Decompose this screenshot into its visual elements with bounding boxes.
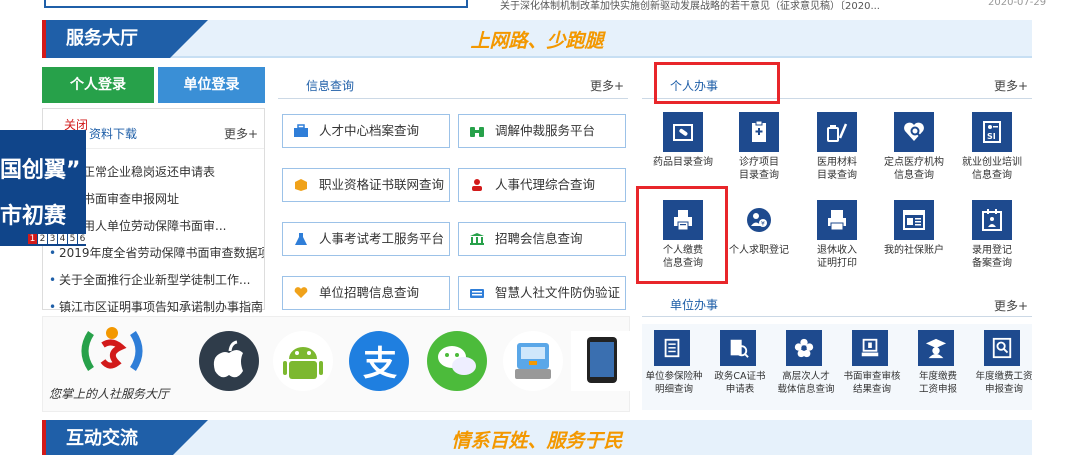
- service-hall-slogan: 上网路、少跑腿: [470, 30, 604, 52]
- top-search-box[interactable]: [44, 0, 468, 8]
- float-ad-line1: 国创翼”: [0, 158, 81, 183]
- my-social-account-button[interactable]: 我的社保账户: [874, 200, 954, 290]
- wechat-icon[interactable]: [427, 331, 487, 391]
- mediation-arbitration-button[interactable]: 调解仲裁服务平台: [458, 114, 626, 148]
- binoculars-icon: [470, 127, 484, 137]
- cube-icon: [295, 179, 307, 191]
- si-card-icon: SI: [983, 121, 1001, 143]
- unit-login-button[interactable]: 单位登录: [158, 67, 265, 103]
- job-fair-query-button[interactable]: 招聘会信息查询: [458, 222, 626, 256]
- exam-service-platform-button[interactable]: 人事考试考工服务平台: [282, 222, 450, 256]
- info-query-panel: 信息查询 更多+ 人才中心档案查询 调解仲裁服务平台 职业资格证书联网查询 人事…: [278, 67, 628, 313]
- employment-training-query-button[interactable]: SI 就业创业培训 信息查询: [952, 112, 1032, 202]
- float-ad-page-3[interactable]: 3: [48, 234, 57, 244]
- briefcase-icon: [294, 124, 308, 137]
- interaction-band: 互动交流 情系百姓、服务于民: [42, 420, 1032, 455]
- downloads-title[interactable]: 资料下载: [89, 125, 137, 142]
- highlight-box-personal-payment: [636, 186, 728, 284]
- highlight-box-personal-affairs: [654, 62, 780, 104]
- document-icon: [664, 338, 680, 358]
- treatment-items-query-button[interactable]: 诊疗项目 目录查询: [719, 112, 799, 202]
- float-ad-pager: 123456: [28, 234, 86, 244]
- svg-text:¥: ¥: [761, 221, 765, 228]
- float-ad-page-1[interactable]: 1: [28, 234, 37, 244]
- personal-affairs-more-link[interactable]: 更多+: [994, 77, 1028, 94]
- service-hall-band: 服务大厅 上网路、少跑腿: [42, 20, 1032, 58]
- job-seeker-register-button[interactable]: ¥ 个人求职登记: [719, 200, 799, 290]
- building-icon: [470, 233, 484, 245]
- unit-affairs-header: 单位办事 更多+: [642, 287, 1032, 317]
- clipboard-icon: [752, 120, 766, 142]
- stamp-icon: [861, 338, 879, 357]
- info-query-header: 信息查询 更多+: [278, 67, 628, 99]
- apple-icon[interactable]: [199, 331, 259, 391]
- flower-icon: [794, 338, 814, 358]
- annual-wage-query-button[interactable]: 年度缴费工资 申报查询: [964, 330, 1044, 420]
- designated-medical-query-button[interactable]: 定点医疗机构 信息查询: [874, 112, 954, 202]
- android-icon[interactable]: [273, 331, 333, 391]
- heart-hands-icon: [294, 287, 308, 298]
- downloads-more-link[interactable]: 更多+: [224, 125, 258, 142]
- mobile-app-promo: 您掌上的人社服务大厅 支: [42, 316, 631, 412]
- calendar-icon: [982, 209, 1002, 231]
- list-item[interactable]: • 关于全面推行企业新型学徒制工作...: [43, 267, 264, 294]
- flask-icon: [295, 233, 307, 245]
- unit-affairs-more-link[interactable]: 更多+: [994, 297, 1028, 314]
- retirement-income-print-button[interactable]: 退休收入 证明打印: [797, 200, 877, 290]
- svg-text:支: 支: [363, 344, 397, 384]
- medicine-icon: [673, 124, 693, 141]
- unit-recruitment-query-button[interactable]: 单位招聘信息查询: [282, 276, 450, 310]
- float-ad-banner[interactable]: 国创翼” 市初赛 123456: [0, 130, 86, 246]
- svg-text:SI: SI: [987, 132, 996, 141]
- keyboard-icon: [470, 289, 484, 298]
- page: 关于深化体制机制改革加快实施创新驱动发展战略的若干意见（征求意见稿）〔2020.…: [0, 0, 1080, 455]
- personnel-agency-query-button[interactable]: 人事代理综合查询: [458, 168, 626, 202]
- print-doc-icon: [828, 210, 846, 231]
- float-ad-page-2[interactable]: 2: [38, 234, 47, 244]
- float-ad-page-4[interactable]: 4: [58, 234, 67, 244]
- top-news-strip: 关于深化体制机制改革加快实施创新驱动发展战略的若干意见（征求意见稿）〔2020.…: [0, 0, 1080, 12]
- medical-materials-query-button[interactable]: 医用材料 目录查询: [797, 112, 877, 202]
- info-query-title[interactable]: 信息查询: [306, 77, 354, 94]
- info-query-more-link[interactable]: 更多+: [590, 77, 624, 94]
- unit-affairs-bar: 单位参保险种 明细查询 政务CA证书 申请表 高层次人才 载体信息查询 书面审查审核结…: [642, 324, 1033, 410]
- float-ad-page-6[interactable]: 6: [78, 234, 86, 244]
- person-icon: [472, 179, 482, 191]
- personal-login-button[interactable]: 个人登录: [42, 67, 154, 103]
- self-service-kiosk-icon[interactable]: [503, 331, 563, 391]
- app-logo-icon: [81, 327, 143, 371]
- unit-affairs-title[interactable]: 单位办事: [670, 296, 718, 313]
- search-doc-icon: [992, 337, 1012, 359]
- employment-record-query-button[interactable]: 录用登记 备案查询: [952, 200, 1032, 290]
- float-ad-page-5[interactable]: 5: [68, 234, 77, 244]
- graduate-icon: [925, 338, 947, 359]
- float-ad-line2: 市初赛: [0, 204, 67, 229]
- talent-archive-query-button[interactable]: 人才中心档案查询: [282, 114, 450, 148]
- top-news-link[interactable]: 关于深化体制机制改革加快实施创新驱动发展战略的若干意见（征求意见稿）〔2020.…: [500, 0, 900, 12]
- alipay-icon[interactable]: 支: [349, 331, 409, 391]
- heart-search-icon: [904, 122, 924, 141]
- tablet-icon[interactable]: [571, 331, 631, 391]
- qualification-cert-query-button[interactable]: 职业资格证书联网查询: [282, 168, 450, 202]
- interaction-slogan: 情系百姓、服务于民: [451, 430, 623, 452]
- document-verify-button[interactable]: 智慧人社文件防伪验证: [458, 276, 626, 310]
- syringe-icon: [827, 123, 848, 142]
- certificate-icon: [730, 339, 749, 358]
- account-card-icon: [903, 210, 925, 230]
- job-seek-icon: ¥: [747, 208, 771, 232]
- top-news-date: 2020-07-29: [988, 0, 1047, 8]
- promo-tagline: 您掌上的人社服务大厅: [49, 387, 170, 401]
